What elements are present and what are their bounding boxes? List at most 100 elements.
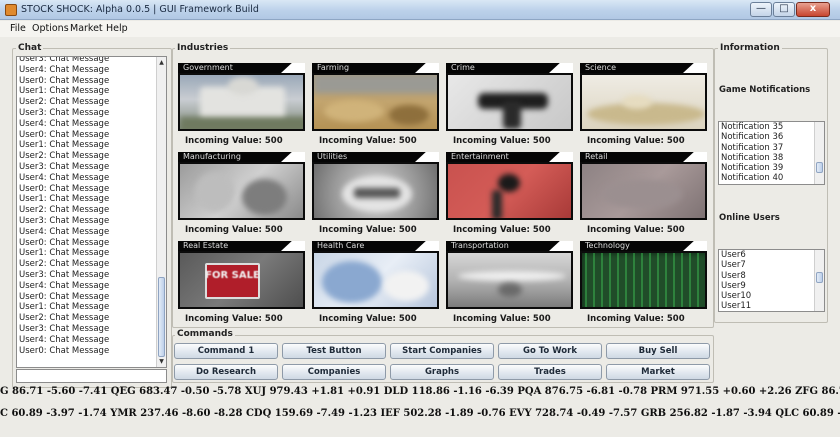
- industry-card-transportation[interactable]: Transportation Incoming Value: 500: [446, 241, 573, 326]
- notification-item[interactable]: Notification 38: [719, 153, 824, 163]
- industry-name: Manufacturing: [183, 152, 241, 161]
- chat-message: User4: Chat Message: [19, 280, 110, 291]
- industry-card-government[interactable]: Government Incoming Value: 500: [178, 63, 305, 148]
- chat-message: User4: Chat Message: [19, 172, 110, 183]
- chat-message: User1: Chat Message: [19, 248, 110, 259]
- notifications-list[interactable]: Notification 35 Notification 36 Notificati…: [718, 121, 825, 185]
- app-icon: [5, 4, 17, 16]
- chat-message: User3: Chat Message: [19, 323, 110, 334]
- technology-image: [580, 251, 707, 309]
- chat-message: User4: Chat Message: [19, 64, 110, 75]
- close-button[interactable]: x: [796, 2, 830, 17]
- online-users-list[interactable]: User6 User7 User8 User9 User10 User11: [718, 249, 825, 312]
- for-sale-sign: FOR SALE: [205, 270, 260, 281]
- industry-card-real-estate[interactable]: Real Estate FOR SALE Incoming Value: 500: [178, 241, 305, 326]
- users-scroll-thumb[interactable]: [816, 272, 823, 283]
- chat-message: User3: Chat Message: [19, 161, 110, 172]
- industry-name: Real Estate: [183, 241, 229, 250]
- online-user-item[interactable]: User10: [719, 291, 824, 301]
- industry-name: Government: [183, 63, 233, 72]
- menu-market[interactable]: Market: [70, 23, 103, 34]
- users-scrollbar[interactable]: [814, 250, 824, 311]
- industry-card-science[interactable]: Science Incoming Value: 500: [580, 63, 707, 148]
- chat-message: User3: Chat Message: [19, 269, 110, 280]
- industry-value: Incoming Value: 500: [185, 314, 283, 324]
- chat-scroll-thumb[interactable]: [158, 277, 165, 357]
- command-button-go-to-work[interactable]: Go To Work: [498, 343, 602, 359]
- industry-name: Science: [585, 63, 617, 72]
- chat-message: User2: Chat Message: [19, 313, 110, 324]
- chat-input[interactable]: [16, 369, 167, 383]
- menu-file[interactable]: File: [10, 23, 26, 34]
- chat-message: User2: Chat Message: [19, 205, 110, 216]
- science-image: [580, 73, 707, 131]
- stock-ticker-line-1: G 86.71 -5.60 -7.41 QEG 683.47 -0.50 -5.…: [0, 386, 840, 397]
- chat-message: User0: Chat Message: [19, 237, 110, 248]
- industry-card-health-care[interactable]: Health Care Incoming Value: 500: [312, 241, 439, 326]
- industry-card-crime[interactable]: Crime Incoming Value: 500: [446, 63, 573, 148]
- notification-item[interactable]: Notification 36: [719, 132, 824, 142]
- industry-card-entertainment[interactable]: Entertainment Incoming Value: 500: [446, 152, 573, 237]
- chat-message: User0: Chat Message: [19, 75, 110, 86]
- scroll-up-icon[interactable]: ▲: [157, 58, 166, 67]
- industry-value: Incoming Value: 500: [587, 314, 685, 324]
- command-button-test-button[interactable]: Test Button: [282, 343, 386, 359]
- notifications-title: Game Notifications: [719, 85, 811, 95]
- command-button-companies[interactable]: Companies: [282, 364, 386, 380]
- industry-value: Incoming Value: 500: [185, 225, 283, 235]
- notifications-scroll-thumb[interactable]: [816, 162, 823, 173]
- industry-name: Technology: [585, 241, 630, 250]
- industry-card-retail[interactable]: Retail Incoming Value: 500: [580, 152, 707, 237]
- minimize-button[interactable]: —: [750, 2, 772, 17]
- chat-message: User0: Chat Message: [19, 129, 110, 140]
- entertainment-image: [446, 162, 573, 220]
- industry-value: Incoming Value: 500: [453, 225, 551, 235]
- chat-message: User2: Chat Message: [19, 151, 110, 162]
- maximize-button[interactable]: □: [773, 2, 795, 17]
- industries-panel-label: Industries: [175, 43, 231, 53]
- industry-card-utilities[interactable]: Utilities Incoming Value: 500: [312, 152, 439, 237]
- manufacturing-image: [178, 162, 305, 220]
- industry-card-manufacturing[interactable]: Manufacturing Incoming Value: 500: [178, 152, 305, 237]
- industry-card-farming[interactable]: Farming Incoming Value: 500: [312, 63, 439, 148]
- industry-name: Health Care: [317, 241, 365, 250]
- online-users-title: Online Users: [719, 213, 780, 223]
- user-lines: User6 User7 User8 User9 User10 User11: [719, 250, 824, 311]
- industry-value: Incoming Value: 500: [587, 136, 685, 146]
- chat-message: User2: Chat Message: [19, 259, 110, 270]
- chat-message: User4: Chat Message: [19, 118, 110, 129]
- industry-name: Crime: [451, 63, 475, 72]
- online-user-item[interactable]: User11: [719, 301, 824, 311]
- notification-item[interactable]: Notification 37: [719, 143, 824, 153]
- online-user-item[interactable]: User7: [719, 260, 824, 270]
- command-button-market[interactable]: Market: [606, 364, 710, 380]
- menu-help[interactable]: Help: [106, 23, 128, 34]
- chat-message-list[interactable]: User3: Chat Message User4: Chat Message Us…: [16, 56, 167, 368]
- notification-item[interactable]: Notification 39: [719, 163, 824, 173]
- command-button-command-1[interactable]: Command 1: [174, 343, 278, 359]
- industry-value: Incoming Value: 500: [185, 136, 283, 146]
- command-button-buy-sell[interactable]: Buy Sell: [606, 343, 710, 359]
- menu-bar: File Options Market Help: [0, 21, 840, 37]
- notifications-scrollbar[interactable]: [814, 122, 824, 184]
- online-user-item[interactable]: User9: [719, 281, 824, 291]
- chat-message: User0: Chat Message: [19, 183, 110, 194]
- menu-options[interactable]: Options: [32, 23, 69, 34]
- utilities-image: [312, 162, 439, 220]
- industry-card-technology[interactable]: Technology Incoming Value: 500: [580, 241, 707, 326]
- notification-item[interactable]: Notification 35: [719, 122, 824, 132]
- notification-item[interactable]: Notification 40: [719, 173, 824, 183]
- chat-message: User3: Chat Message: [19, 56, 110, 64]
- chat-message: User4: Chat Message: [19, 334, 110, 345]
- chat-scrollbar[interactable]: ▲ ▼: [156, 57, 166, 367]
- online-user-item[interactable]: User6: [719, 250, 824, 260]
- command-button-trades[interactable]: Trades: [498, 364, 602, 380]
- online-user-item[interactable]: User8: [719, 271, 824, 281]
- industry-value: Incoming Value: 500: [453, 136, 551, 146]
- scroll-down-icon[interactable]: ▼: [157, 357, 166, 366]
- command-button-do-research[interactable]: Do Research: [174, 364, 278, 380]
- title-bar: STOCK SHOCK: Alpha 0.0.5 | GUI Framework…: [0, 0, 840, 20]
- command-button-graphs[interactable]: Graphs: [390, 364, 494, 380]
- command-button-start-companies[interactable]: Start Companies: [390, 343, 494, 359]
- chat-message: User3: Chat Message: [19, 215, 110, 226]
